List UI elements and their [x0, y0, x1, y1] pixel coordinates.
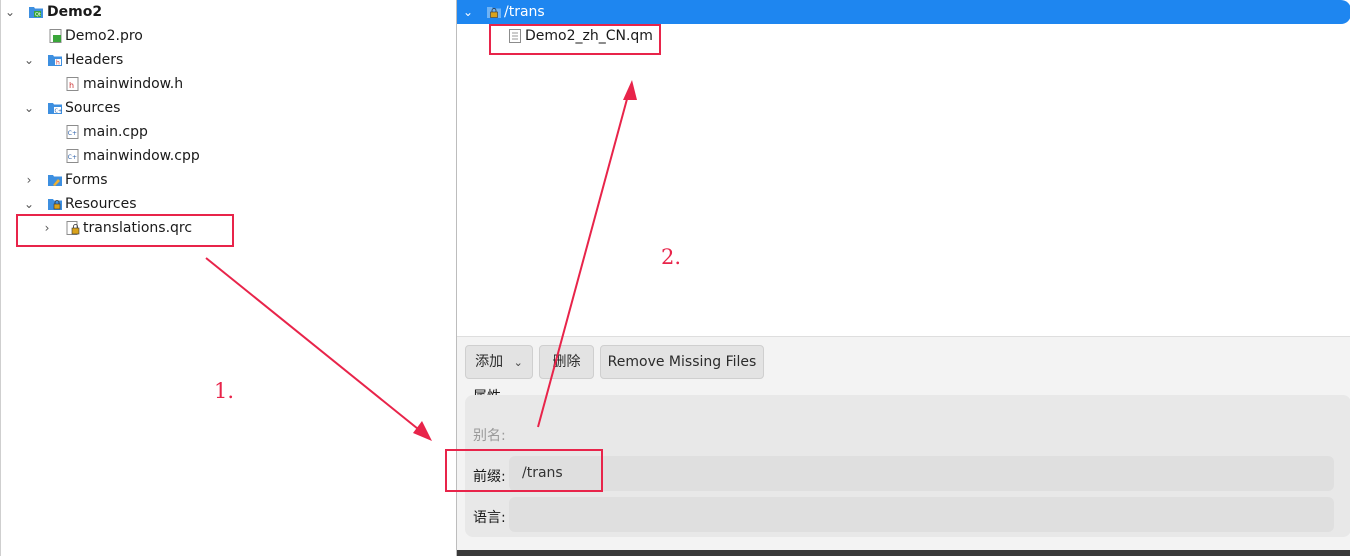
chevron-down-icon[interactable]: ⌄	[23, 48, 35, 72]
language-label: 语言:	[473, 510, 506, 526]
prefix-field[interactable]: /trans	[509, 456, 1334, 491]
tree-item-resources[interactable]: ⌄ Resources	[1, 192, 457, 216]
project-root-label: Demo2	[47, 4, 103, 20]
headers-label: Headers	[65, 52, 124, 68]
resources-label: Resources	[65, 196, 137, 212]
language-field[interactable]	[509, 497, 1334, 532]
annotation-box-qm-file	[489, 24, 661, 55]
project-tree: ⌄ Qt Demo2 Demo2.pro ⌄ h Headers h mainw…	[0, 0, 457, 556]
tree-item-forms[interactable]: › Forms	[1, 168, 457, 192]
chevron-down-icon[interactable]: ⌄	[23, 96, 35, 120]
file-label: mainwindow.cpp	[83, 148, 200, 164]
svg-text:Qt: Qt	[35, 12, 41, 18]
alias-label: 别名:	[473, 428, 506, 444]
forms-label: Forms	[65, 172, 108, 188]
chevron-down-icon[interactable]: ⌄	[463, 0, 473, 24]
annotation-step-1: 1.	[214, 379, 235, 403]
tree-item-pro-file[interactable]: Demo2.pro	[1, 24, 457, 48]
resource-prefix-row[interactable]: ⌄ /trans	[457, 0, 1350, 24]
tree-item-mainwindow-h[interactable]: h mainwindow.h	[1, 72, 457, 96]
resource-folder-icon	[487, 7, 501, 18]
tree-item-main-cpp[interactable]: C+ main.cpp	[1, 120, 457, 144]
file-label: mainwindow.h	[83, 76, 184, 92]
tree-item-demo2[interactable]: ⌄ Qt Demo2	[1, 0, 457, 24]
add-button[interactable]: 添加 ⌄	[465, 345, 533, 379]
alias-field[interactable]	[509, 416, 1334, 451]
add-button-label: 添加	[475, 354, 504, 370]
cpp-file-icon: C+	[66, 125, 79, 139]
svg-text:C+: C+	[68, 130, 77, 137]
sources-label: Sources	[65, 100, 121, 116]
delete-button-label: 删除	[552, 354, 581, 370]
tree-item-mainwindow-cpp[interactable]: C+ mainwindow.cpp	[1, 144, 457, 168]
svg-text:C+: C+	[55, 109, 63, 115]
svg-text:h: h	[69, 81, 74, 90]
remove-missing-files-button[interactable]: Remove Missing Files	[600, 345, 764, 379]
project-folder-icon: Qt	[29, 7, 43, 18]
sources-folder-icon: C+	[48, 103, 63, 115]
chevron-down-icon: ⌄	[513, 356, 523, 369]
forms-folder-icon	[48, 175, 62, 186]
header-file-icon: h	[66, 77, 79, 91]
annotation-step-2: 2.	[661, 245, 682, 269]
annotation-box-qrc	[16, 214, 234, 247]
file-label: main.cpp	[83, 124, 148, 140]
pro-file-icon	[49, 29, 62, 43]
prefix-node-label: /trans	[504, 4, 545, 20]
headers-folder-icon: h	[48, 55, 62, 67]
resources-folder-icon	[48, 199, 62, 210]
annotation-box-prefix	[445, 449, 603, 492]
remove-missing-button-label: Remove Missing Files	[607, 354, 757, 370]
tree-item-headers[interactable]: ⌄ h Headers	[1, 48, 457, 72]
chevron-down-icon[interactable]: ⌄	[4, 0, 16, 24]
chevron-right-icon[interactable]: ›	[23, 168, 35, 192]
pro-file-label: Demo2.pro	[65, 28, 143, 44]
cpp-file-icon: C+	[66, 149, 79, 163]
delete-button[interactable]: 删除	[539, 345, 594, 379]
svg-text:C+: C+	[68, 154, 77, 161]
chevron-down-icon[interactable]: ⌄	[23, 192, 35, 216]
svg-text:h: h	[56, 60, 60, 67]
tree-item-sources[interactable]: ⌄ C+ Sources	[1, 96, 457, 120]
bottom-edge	[457, 550, 1350, 556]
